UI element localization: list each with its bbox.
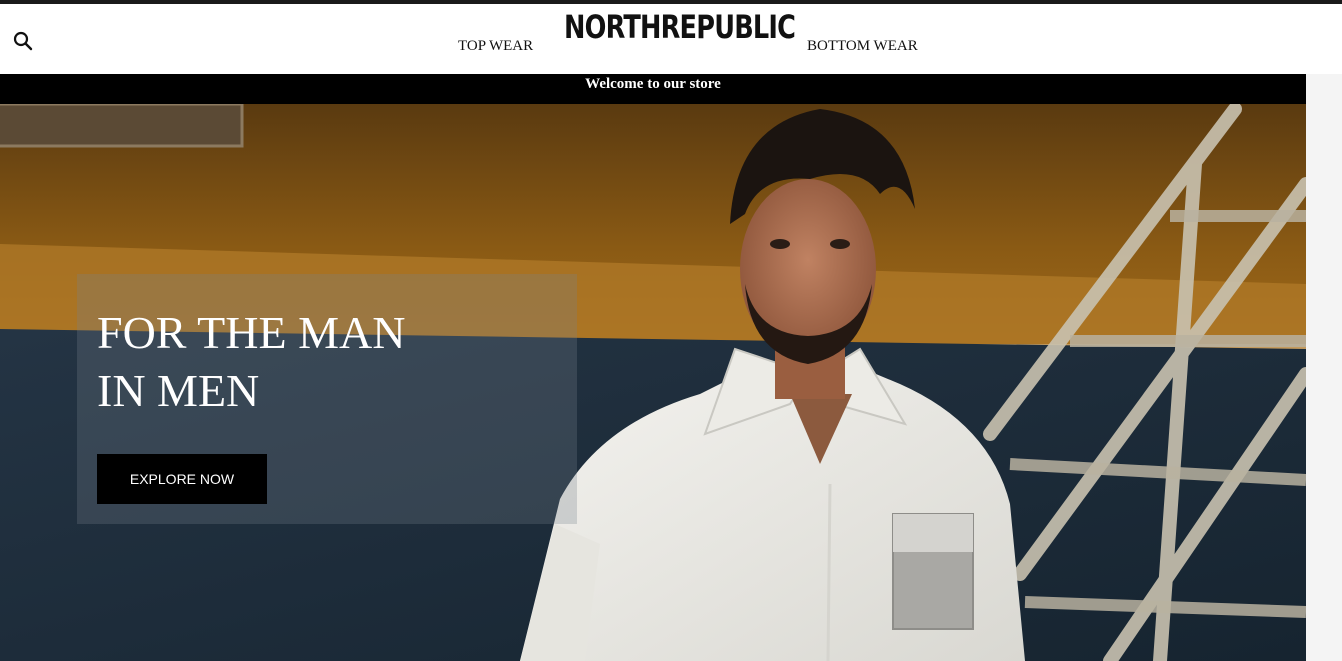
nav-top-wear[interactable]: TOP WEAR (458, 38, 533, 55)
nav-bottom-wear[interactable]: BOTTOM WEAR (807, 38, 918, 55)
hero-headline: FOR THE MAN IN MEN (97, 304, 405, 420)
hero-text-panel: FOR THE MAN IN MEN EXPLORE NOW (77, 274, 577, 524)
hero-headline-line-2: IN MEN (97, 365, 260, 416)
hero-banner: FOR THE MAN IN MEN EXPLORE NOW (0, 104, 1306, 661)
brand-logo[interactable]: NORTHREPUBLIC (564, 8, 796, 48)
hero-headline-line-1: FOR THE MAN (97, 307, 406, 358)
announcement-text: Welcome to our store (585, 76, 721, 92)
site-header: TOP WEAR NORTHREPUBLIC BOTTOM WEAR (0, 4, 1342, 74)
explore-now-button[interactable]: EXPLORE NOW (97, 454, 267, 504)
page-gutter (1306, 74, 1342, 661)
search-icon[interactable] (12, 30, 34, 52)
announcement-bar: Welcome to our store (0, 74, 1306, 104)
